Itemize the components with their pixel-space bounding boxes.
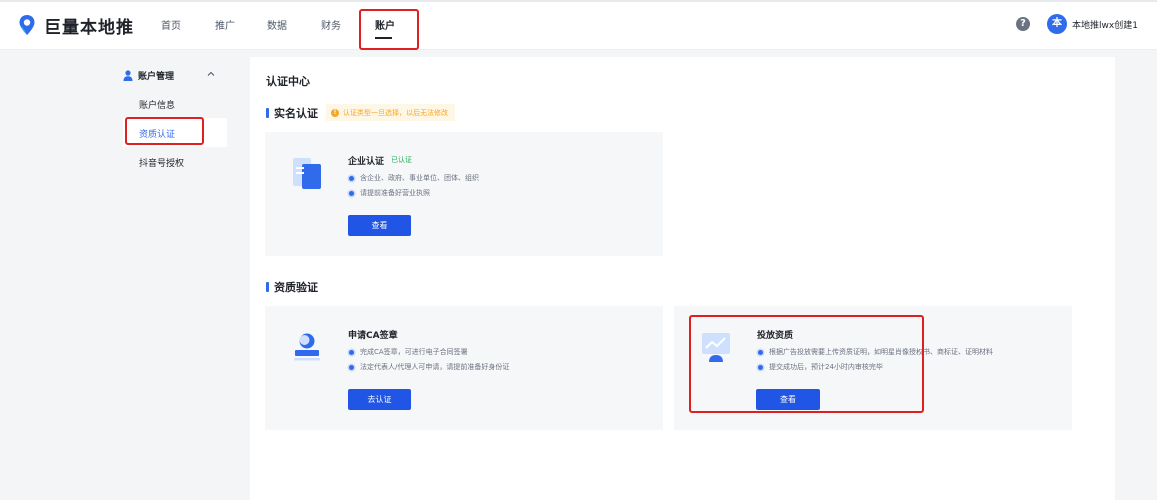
enterprise-auth-card: [265, 132, 663, 256]
brand-logo[interactable]: 巨量本地推: [18, 13, 134, 38]
sidebar-item-douyin-auth[interactable]: 抖音号授权: [139, 156, 184, 169]
page-title: 认证中心: [266, 75, 310, 88]
section-marker: [266, 282, 269, 292]
view-enterprise-button[interactable]: 查看: [348, 215, 411, 236]
avatar[interactable]: 本: [1047, 14, 1067, 34]
document-icon: [293, 158, 321, 189]
seal-stamp-icon: [294, 333, 320, 361]
bullet-dot-icon: [349, 190, 354, 196]
nav-home[interactable]: 首页: [161, 17, 181, 32]
sidebar-group-label: 账户管理: [138, 71, 175, 82]
highlight-box-sidebar: [125, 117, 204, 145]
card-title-enterprise: 企业认证: [348, 157, 385, 167]
username[interactable]: 本地推lwx创建1: [1072, 18, 1138, 31]
browser-edge: [0, 0, 1157, 2]
nav-finance[interactable]: 财务: [321, 17, 341, 32]
highlight-box-ad-qualification: [689, 315, 924, 413]
card-title-ca: 申请CA签章: [348, 331, 398, 341]
warning-icon: !: [331, 108, 339, 117]
list-item: 含企业、政府、事业单位、团体、组织: [349, 173, 479, 183]
sidebar-item-account-info[interactable]: 账户信息: [139, 98, 175, 111]
go-verify-button[interactable]: 去认证: [348, 389, 411, 410]
list-item: 请提前准备好营业执照: [349, 188, 430, 198]
bullet-dot-icon: [349, 364, 354, 370]
chevron-up-icon[interactable]: [207, 70, 215, 78]
user-icon: [123, 69, 133, 81]
status-badge-verified: 已认证: [391, 156, 412, 164]
main-content: [250, 57, 1115, 500]
brand-name: 巨量本地推: [44, 17, 134, 38]
bullet-dot-icon: [349, 349, 354, 355]
section-marker: [266, 108, 269, 118]
location-pin-icon: [19, 15, 35, 35]
sidebar-group-account[interactable]: 账户管理: [123, 68, 174, 82]
nav-promotion[interactable]: 推广: [215, 17, 235, 32]
nav-data[interactable]: 数据: [267, 17, 287, 32]
list-item: 法定代表人/代理人可申请，请提前准备好身份证: [349, 362, 509, 372]
section-title-realname: 实名认证: [274, 107, 318, 120]
list-item: 完成CA签章，可进行电子合同签署: [349, 347, 468, 357]
help-icon[interactable]: ?: [1016, 17, 1030, 31]
bullet-dot-icon: [349, 175, 354, 181]
section-title-qualification: 资质验证: [274, 281, 318, 294]
highlight-box-nav: [359, 9, 419, 50]
notice-text: 认证类型一旦选择，以后无法修改: [343, 108, 448, 117]
notice-banner: ! 认证类型一旦选择，以后无法修改: [326, 104, 455, 121]
